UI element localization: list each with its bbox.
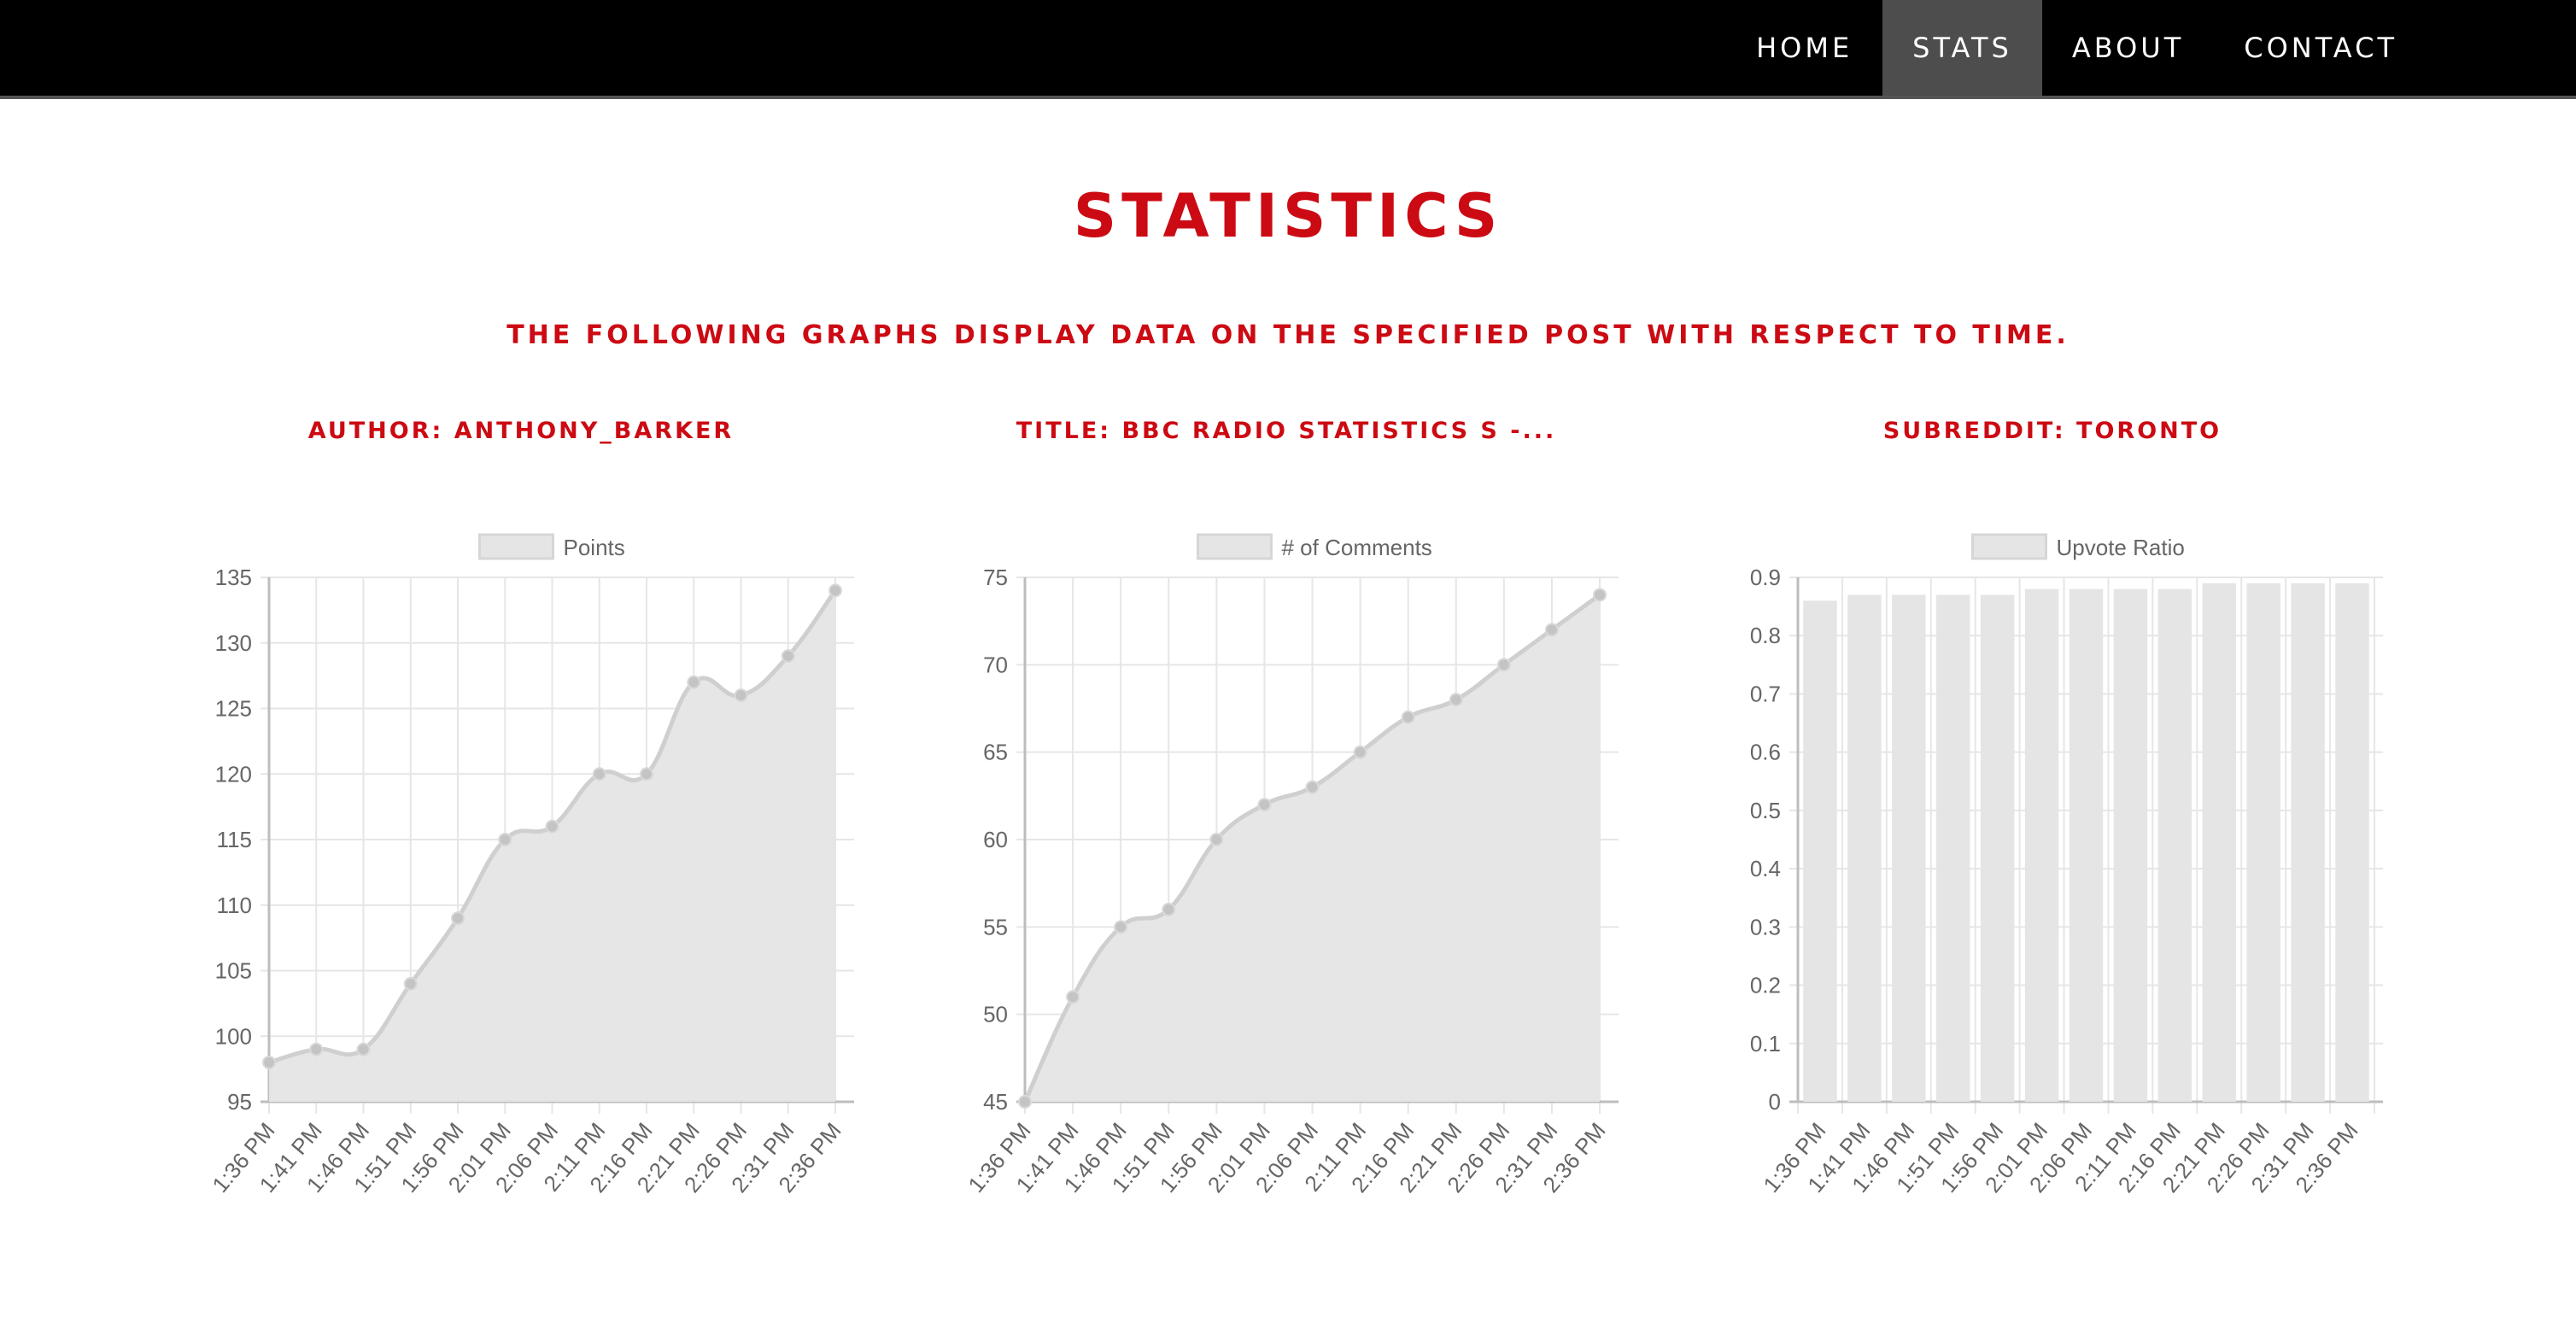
y-tick-label: 0.7 bbox=[1750, 681, 1781, 706]
bar bbox=[1936, 594, 1970, 1102]
data-point bbox=[1162, 902, 1176, 916]
data-point bbox=[687, 675, 701, 689]
y-tick-label: 125 bbox=[215, 696, 252, 722]
legend-label: # of Comments bbox=[1282, 535, 1432, 560]
nav-links: HOME STATS ABOUT CONTACT bbox=[1726, 0, 2427, 96]
y-tick-label: 100 bbox=[215, 1023, 252, 1049]
navbar: HOME STATS ABOUT CONTACT bbox=[0, 0, 2576, 99]
y-tick-label: 0.1 bbox=[1750, 1031, 1781, 1057]
y-tick-label: 65 bbox=[983, 740, 1008, 765]
upvote-ratio-chart: Upvote Ratio 0 0.1 0.2 0.3 0.4 0.5 0.6 0.7 0.8 0.9… bbox=[1750, 533, 2383, 1197]
legend-swatch bbox=[1197, 533, 1273, 560]
y-tick-label: 45 bbox=[983, 1089, 1008, 1115]
author-heading: AUTHOR: ANTHONY_BARKER bbox=[307, 418, 735, 444]
y-tick-label: 120 bbox=[215, 761, 252, 787]
data-point bbox=[1305, 780, 1320, 794]
y-tick-label: 0.9 bbox=[1750, 565, 1781, 590]
y-tick-label: 0 bbox=[1769, 1089, 1781, 1115]
nav-stats-link[interactable]: STATS bbox=[1882, 0, 2042, 96]
y-tick-label: 75 bbox=[983, 565, 1008, 590]
y-tick-label: 60 bbox=[983, 827, 1008, 852]
data-point bbox=[1593, 588, 1607, 602]
legend-label: Points bbox=[564, 535, 625, 560]
data-point bbox=[1353, 745, 1367, 759]
data-point bbox=[640, 767, 653, 781]
y-tick-label: 0.3 bbox=[1750, 914, 1781, 939]
post-title-heading: TITLE: BBC RADIO STATISTICS S -... bbox=[1016, 418, 1557, 444]
bar bbox=[1847, 594, 1882, 1102]
bar bbox=[1803, 600, 1837, 1102]
data-point bbox=[734, 688, 748, 703]
data-point bbox=[1257, 798, 1272, 812]
y-tick-label: 95 bbox=[227, 1089, 252, 1115]
data-point bbox=[1209, 833, 1224, 846]
y-tick-label: 0.5 bbox=[1750, 798, 1781, 823]
nav-about-link[interactable]: ABOUT bbox=[2042, 0, 2214, 96]
y-tick-label: 55 bbox=[983, 914, 1008, 939]
bar bbox=[1892, 594, 1926, 1102]
data-point bbox=[403, 976, 418, 991]
page-title: STATISTICS bbox=[1073, 181, 1503, 251]
data-point bbox=[545, 819, 559, 834]
data-point bbox=[781, 649, 795, 664]
y-tick-label: 135 bbox=[215, 565, 252, 590]
page-subtitle: THE FOLLOWING GRAPHS DISPLAY DATA ON THE… bbox=[506, 320, 2070, 350]
comments-chart: # of Comments455055606570751:36 PM1:41 P… bbox=[963, 533, 1619, 1197]
data-point bbox=[262, 1055, 276, 1069]
y-tick-label: 130 bbox=[215, 630, 252, 656]
y-tick-label: 0.6 bbox=[1750, 740, 1781, 765]
data-point bbox=[309, 1042, 324, 1057]
y-tick-label: 0.4 bbox=[1750, 856, 1781, 881]
legend-swatch bbox=[478, 533, 554, 560]
y-tick-label: 70 bbox=[983, 652, 1008, 677]
y-tick-label: 0.8 bbox=[1750, 623, 1781, 648]
data-point bbox=[1018, 1095, 1032, 1109]
y-tick-label: 50 bbox=[983, 1002, 1008, 1027]
bar bbox=[2157, 588, 2193, 1102]
nav-contact-link[interactable]: CONTACT bbox=[2214, 0, 2427, 96]
y-tick-label: 0.2 bbox=[1750, 973, 1781, 998]
bar bbox=[2246, 582, 2280, 1102]
bar bbox=[2291, 582, 2325, 1102]
data-point bbox=[1449, 693, 1463, 707]
data-point bbox=[356, 1042, 371, 1057]
bar bbox=[2069, 588, 2104, 1102]
data-point bbox=[1496, 658, 1511, 672]
data-point bbox=[1544, 623, 1559, 637]
bar bbox=[2335, 582, 2369, 1102]
data-point bbox=[1401, 710, 1415, 724]
data-point bbox=[828, 583, 842, 598]
y-tick-label: 110 bbox=[217, 893, 252, 918]
data-point bbox=[1114, 920, 1128, 934]
bar bbox=[2024, 588, 2059, 1102]
legend-swatch bbox=[1971, 533, 2047, 560]
y-tick-label: 115 bbox=[217, 827, 252, 852]
data-point bbox=[451, 911, 465, 926]
data-point bbox=[592, 767, 606, 781]
points-chart: Points951001051101151201251301351:36 PM1… bbox=[207, 533, 854, 1197]
nav-home-link[interactable]: HOME bbox=[1726, 0, 1882, 96]
subreddit-heading: SUBREDDIT: TORONTO bbox=[1882, 418, 2222, 444]
bar bbox=[2113, 588, 2148, 1102]
bar bbox=[2202, 582, 2236, 1102]
y-tick-label: 105 bbox=[215, 958, 252, 984]
data-point bbox=[1066, 990, 1080, 1004]
data-point bbox=[498, 833, 512, 846]
legend-label: Upvote Ratio bbox=[2057, 535, 2185, 560]
bar bbox=[1980, 594, 2015, 1102]
